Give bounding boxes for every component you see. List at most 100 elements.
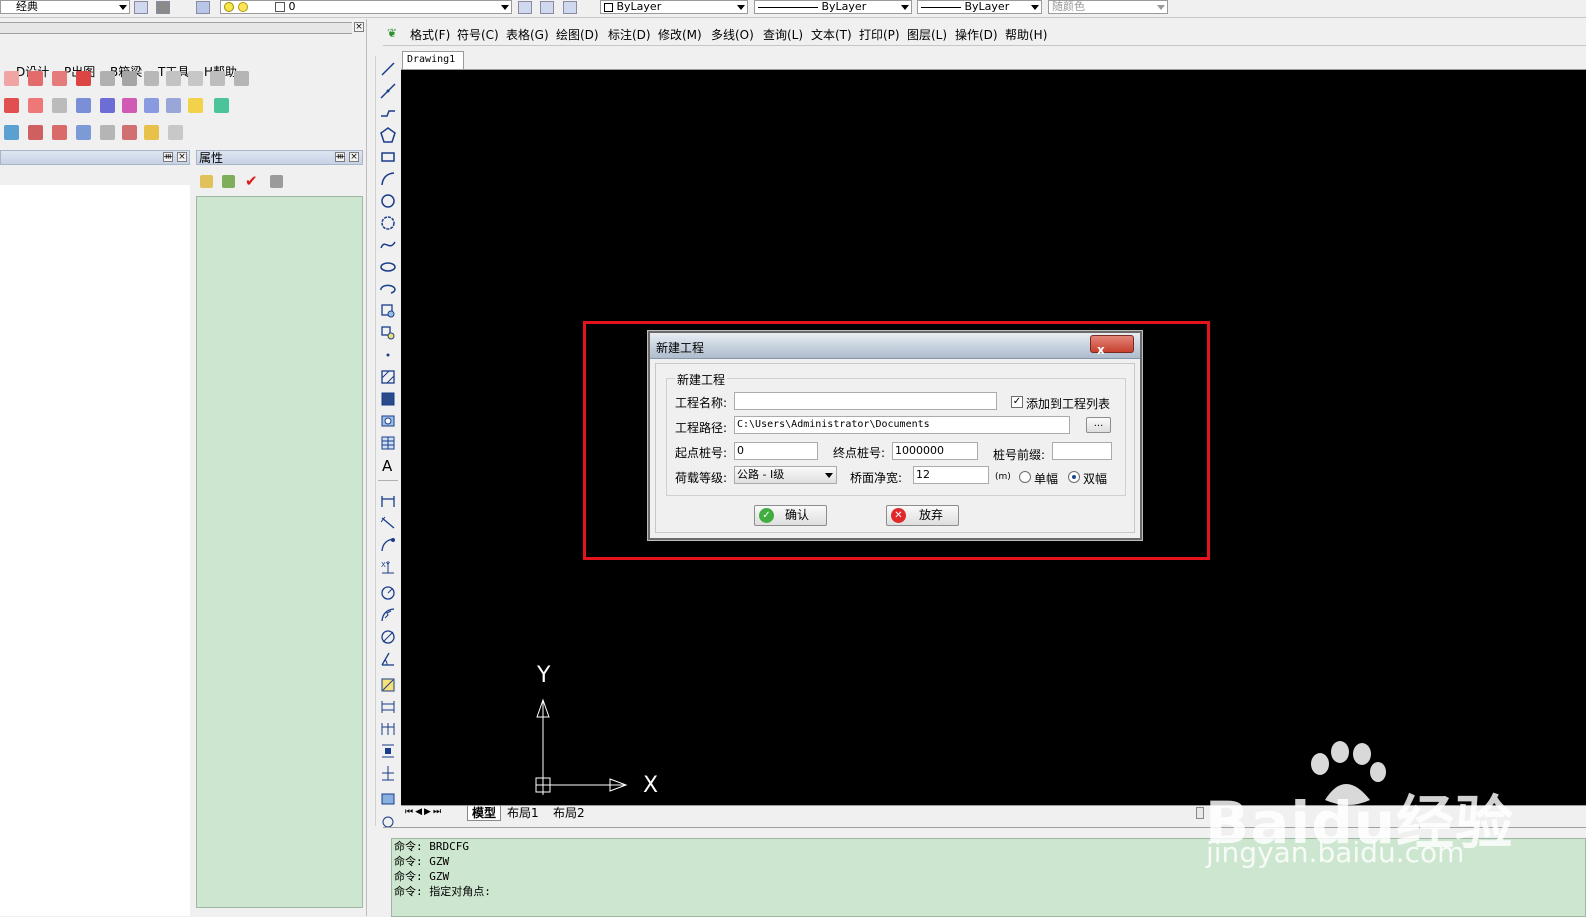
close-icon[interactable]: × [354,22,364,32]
end-station-input[interactable]: 1000000 [892,442,978,460]
wave-icon[interactable] [52,125,67,140]
pin-icon[interactable]: ᚒ [335,152,345,162]
column-icon[interactable] [100,71,115,86]
tab-drawing1[interactable]: Drawing1 [402,51,464,69]
ordinate-dimension-icon[interactable]: XY [379,558,397,576]
polyline-icon[interactable] [379,104,397,122]
linear-dimension-icon[interactable] [379,492,397,510]
deck-icon[interactable] [210,71,225,86]
close-icon[interactable]: × [177,152,187,162]
properties-grid[interactable] [196,196,363,908]
grid-icon[interactable] [28,125,43,140]
point-icon[interactable] [379,346,397,364]
plotstyle-select[interactable]: 随颜色 [1048,0,1168,14]
slab-icon[interactable] [144,71,159,86]
database-icon[interactable] [214,98,229,113]
menu-format[interactable]: 格式(F) [410,26,450,43]
linetype-select[interactable]: ByLayer [754,0,912,14]
menu-text[interactable]: 文本(T) [811,26,852,43]
confirm-button[interactable]: ✓ 确认 [754,505,827,526]
add-to-list-checkbox[interactable]: ✓ [1011,396,1023,408]
cancel-button[interactable]: ✕ 放弃 [886,505,959,526]
menu-layer[interactable]: 图层(L) [907,26,947,43]
categorized-icon[interactable] [200,175,213,188]
railing-icon[interactable] [188,71,203,86]
menu-multiline[interactable]: 多线(O) [711,26,754,43]
save-workspace-icon[interactable] [156,1,170,14]
rectangle-icon[interactable] [379,148,397,166]
ellipse-arc-icon[interactable] [379,280,397,298]
check-icon[interactable]: ✔ [245,172,258,190]
paint-icon[interactable] [144,125,159,140]
tab-layout1[interactable]: 布局1 [507,806,539,820]
hatch-icon[interactable] [379,368,397,386]
aligned-dimension-icon[interactable] [379,514,397,532]
gradient-icon[interactable] [379,390,397,408]
dialog-titlebar[interactable]: 新建工程 x [650,333,1140,359]
browse-button[interactable]: ... [1086,417,1111,433]
table-icon[interactable] [76,98,91,113]
window-icon[interactable] [144,98,159,113]
tab-scroll-icons[interactable]: ⏮◀▶⏭ [405,807,443,817]
table-icon[interactable] [379,434,397,452]
construction-line-icon[interactable] [379,82,397,100]
curve-icon[interactable] [100,125,115,140]
menu-operation[interactable]: 操作(D) [955,26,998,43]
mail-icon[interactable] [122,125,137,140]
app-icon[interactable]: ❦ [387,26,397,40]
text-icon[interactable]: A [379,456,397,474]
double-span-radio[interactable] [1068,471,1080,483]
tolerance-icon[interactable] [379,790,397,808]
arc-icon[interactable] [379,170,397,188]
layer-previous-icon[interactable] [518,1,532,14]
copy-icon[interactable] [270,175,283,188]
menu-table[interactable]: 表格(G) [506,26,549,43]
project-tree[interactable] [0,185,190,916]
ellipse-icon[interactable] [379,258,397,276]
pile-icon[interactable] [122,71,137,86]
diameter-dimension-icon[interactable] [379,628,397,646]
menu-plot[interactable]: 打印(P) [859,26,900,43]
menu-modify[interactable]: 修改(M) [658,26,702,43]
quick-dimension-icon[interactable] [379,676,397,694]
jogged-dimension-icon[interactable] [379,606,397,624]
wrench-icon[interactable] [168,125,183,140]
menu-draw[interactable]: 绘图(D) [556,26,599,43]
cube-icon[interactable] [122,98,137,113]
layer-match-icon[interactable] [563,1,577,14]
revcloud-icon[interactable] [379,214,397,232]
color-select[interactable]: ByLayer [600,0,748,14]
menu-help[interactable]: 帮助(H) [1005,26,1047,43]
insert-block-icon[interactable] [379,302,397,320]
project-name-input[interactable] [734,392,997,410]
layer-select[interactable]: 0 [220,0,512,14]
workspace-select[interactable]: 经典 [0,0,130,14]
close-button[interactable]: x [1090,335,1134,357]
menu-inquiry[interactable]: 查询(L) [763,26,803,43]
dimension-break-icon[interactable] [379,764,397,782]
dock-grip[interactable] [0,22,352,34]
layer-manager-icon[interactable] [196,1,210,14]
list-icon[interactable] [166,98,181,113]
center-mark-icon[interactable] [379,810,397,828]
bowl-icon[interactable] [4,125,19,140]
girder-icon[interactable] [76,71,91,86]
polygon-icon[interactable] [379,126,397,144]
more-icon[interactable] [234,71,249,86]
rebar-icon[interactable] [4,98,19,113]
pin-icon[interactable]: ᚒ [163,152,173,162]
continue-dimension-icon[interactable] [379,720,397,738]
network-icon[interactable] [100,98,115,113]
circle-icon[interactable] [379,192,397,210]
arc-dimension-icon[interactable] [379,536,397,554]
lineweight-select[interactable]: ByLayer [917,0,1042,14]
dimension-space-icon[interactable] [379,742,397,760]
close-icon[interactable]: × [349,152,359,162]
angular-dimension-icon[interactable] [379,650,397,668]
deck-width-input[interactable]: 12 [913,466,989,484]
alphabetic-icon[interactable] [222,175,235,188]
region-icon[interactable] [379,412,397,430]
spline-icon[interactable] [379,236,397,254]
layer-states-icon[interactable] [540,1,554,14]
station-prefix-input[interactable] [1052,442,1112,460]
